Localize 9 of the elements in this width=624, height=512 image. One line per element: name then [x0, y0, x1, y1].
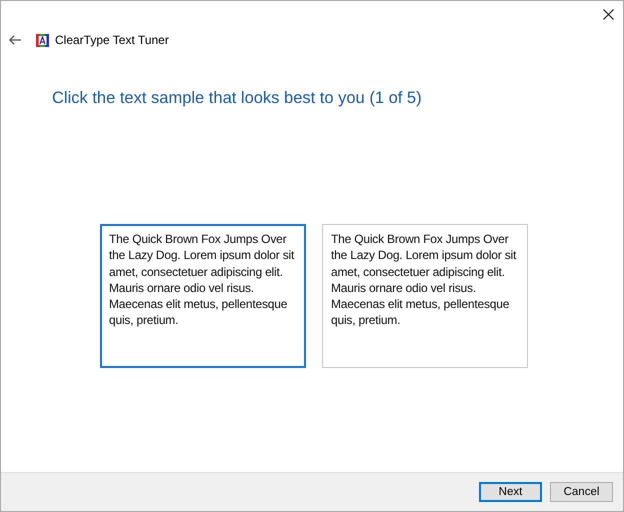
dialog-button[interactable]: Next — [479, 482, 542, 502]
window-title: ClearType Text Tuner — [55, 33, 169, 47]
close-icon[interactable] — [603, 8, 614, 20]
text-sample[interactable]: The Quick Brown Fox Jumps Over the Lazy Dog. Lorem ipsum dolor sit amet, consectetuer adipiscing elit. Mauris ornare odio vel risus. Maecenas elit metus, pellentesque quis, pretium. — [100, 224, 306, 368]
back-arrow-icon[interactable] — [9, 35, 21, 45]
dialog-button[interactable]: Cancel — [550, 482, 613, 502]
instruction-heading: Click the text sample that looks best to you (1 of 5) — [52, 89, 423, 108]
text-sample[interactable]: The Quick Brown Fox Jumps Over the Lazy Dog. Lorem ipsum dolor sit amet, consectetuer adipiscing elit. Mauris ornare odio vel risus. Maecenas elit metus, pellentesque quis, pretium. — [322, 224, 528, 368]
app-icon — [36, 34, 49, 46]
